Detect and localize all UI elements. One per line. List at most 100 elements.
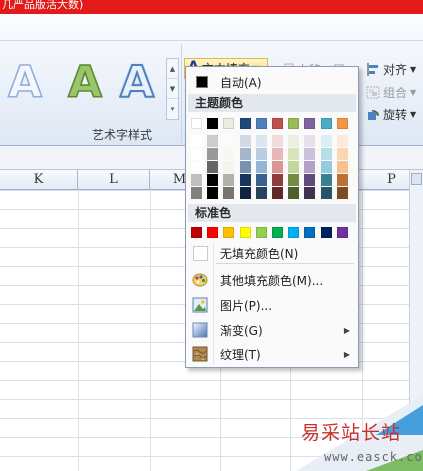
chevron-down-icon: ▼ <box>410 109 417 119</box>
gallery-down-icon[interactable]: ▼ <box>167 79 178 99</box>
standard-color-swatch[interactable] <box>255 227 267 238</box>
theme-color-shade[interactable] <box>288 187 300 199</box>
theme-color-shade[interactable] <box>223 174 235 186</box>
menu-item-picture[interactable]: 图片(P)... <box>188 294 356 316</box>
theme-color-swatch[interactable] <box>191 118 202 129</box>
standard-color-swatch[interactable] <box>320 227 332 238</box>
theme-color-shade[interactable] <box>207 161 219 173</box>
theme-color-shade[interactable] <box>255 174 267 186</box>
standard-color-swatch[interactable] <box>191 227 202 238</box>
theme-color-shade[interactable] <box>223 161 235 173</box>
theme-color-swatch[interactable] <box>272 118 283 129</box>
theme-color-shade[interactable] <box>272 148 283 160</box>
rotate-button[interactable]: 旋转 ▼ <box>366 104 416 124</box>
group-button[interactable]: 组合 ▼ <box>366 82 416 102</box>
theme-color-shade[interactable] <box>288 161 300 173</box>
theme-color-shade[interactable] <box>320 174 332 186</box>
gallery-more-icon[interactable]: ▾ <box>167 99 178 119</box>
menu-item-automatic[interactable]: 自动(A) <box>188 71 356 93</box>
theme-color-shade[interactable] <box>336 135 348 147</box>
theme-color-shade[interactable] <box>255 148 267 160</box>
theme-color-shade[interactable] <box>191 148 202 160</box>
theme-color-shade[interactable] <box>304 187 316 199</box>
theme-color-shade[interactable] <box>207 187 219 199</box>
theme-color-shade[interactable] <box>191 174 202 186</box>
standard-color-swatch[interactable] <box>223 227 235 238</box>
standard-color-swatch[interactable] <box>272 227 283 238</box>
wordart-gallery-scroll[interactable]: ▲ ▼ ▾ <box>166 58 179 120</box>
theme-color-shade[interactable] <box>288 135 300 147</box>
standard-color-swatch[interactable] <box>239 227 251 238</box>
theme-color-shade[interactable] <box>272 174 283 186</box>
theme-color-shade[interactable] <box>272 135 283 147</box>
theme-color-shade[interactable] <box>255 161 267 173</box>
theme-color-shade[interactable] <box>336 161 348 173</box>
theme-color-shade[interactable] <box>239 148 251 160</box>
theme-color-shade[interactable] <box>223 148 235 160</box>
theme-color-shade[interactable] <box>223 187 235 199</box>
theme-color-shade[interactable] <box>304 174 316 186</box>
theme-color-shade[interactable] <box>320 148 332 160</box>
watermark-text: 易采站长站 <box>301 422 402 444</box>
theme-color-shade[interactable] <box>288 148 300 160</box>
theme-color-swatch[interactable] <box>223 118 235 129</box>
theme-color-shade[interactable] <box>288 174 300 186</box>
theme-color-shade[interactable] <box>191 187 202 199</box>
wordart-style-1[interactable]: A <box>7 58 43 108</box>
menu-item-gradient[interactable]: 渐变(G) ▶ <box>188 319 356 341</box>
theme-color-swatch[interactable] <box>255 118 267 129</box>
chevron-down-icon: ▼ <box>410 87 417 97</box>
theme-color-shade[interactable] <box>320 187 332 199</box>
wordart-style-3[interactable]: A <box>119 58 155 108</box>
no-fill-swatch <box>193 245 208 261</box>
standard-color-swatch[interactable] <box>288 227 300 238</box>
standard-color-swatch[interactable] <box>207 227 219 238</box>
standard-color-swatch[interactable] <box>336 227 348 238</box>
scroll-thumb[interactable] <box>411 173 422 185</box>
group-icon <box>366 86 380 99</box>
theme-color-shade[interactable] <box>272 161 283 173</box>
theme-color-shade[interactable] <box>272 187 283 199</box>
menu-item-more-fill-colors[interactable]: 其他填充颜色(M)... <box>188 269 356 291</box>
theme-color-shade[interactable] <box>304 148 316 160</box>
theme-color-shade[interactable] <box>239 161 251 173</box>
align-button[interactable]: 对齐 ▼ <box>366 59 416 79</box>
automatic-color-swatch <box>196 76 208 88</box>
theme-color-shade[interactable] <box>239 174 251 186</box>
theme-color-swatch[interactable] <box>320 118 332 129</box>
theme-color-shade[interactable] <box>207 135 219 147</box>
theme-color-shade[interactable] <box>320 161 332 173</box>
text-fill-dropdown: 自动(A) 主题颜色 标准色 无填充颜色(N) 其他填充颜色(M)... 图片(… <box>185 66 359 368</box>
theme-color-swatch[interactable] <box>288 118 300 129</box>
menu-item-texture[interactable]: 纹理(T) ▶ <box>188 343 356 365</box>
theme-color-shade[interactable] <box>191 135 202 147</box>
theme-color-shade[interactable] <box>255 187 267 199</box>
chevron-down-icon: ▼ <box>410 64 417 74</box>
theme-color-shade[interactable] <box>239 135 251 147</box>
theme-color-swatch[interactable] <box>336 118 348 129</box>
theme-color-swatch[interactable] <box>304 118 316 129</box>
submenu-arrow-icon: ▶ <box>343 325 350 335</box>
theme-color-swatch[interactable] <box>207 118 219 129</box>
column-k-header[interactable]: K <box>0 170 78 190</box>
picture-icon <box>192 297 208 313</box>
theme-color-shade[interactable] <box>207 148 219 160</box>
theme-color-shade[interactable] <box>336 174 348 186</box>
theme-color-shade[interactable] <box>336 148 348 160</box>
gallery-up-icon[interactable]: ▲ <box>167 59 178 79</box>
standard-color-swatch[interactable] <box>304 227 316 238</box>
theme-color-shade[interactable] <box>255 135 267 147</box>
theme-color-shade[interactable] <box>336 187 348 199</box>
theme-color-shade[interactable] <box>304 135 316 147</box>
theme-color-shade[interactable] <box>320 135 332 147</box>
gradient-icon <box>192 322 208 338</box>
theme-color-shade[interactable] <box>207 174 219 186</box>
wordart-style-2[interactable]: A <box>67 58 103 108</box>
theme-color-shade[interactable] <box>223 135 235 147</box>
theme-color-swatch[interactable] <box>239 118 251 129</box>
theme-color-shade[interactable] <box>191 161 202 173</box>
menu-item-no-fill[interactable]: 无填充颜色(N) <box>188 242 356 264</box>
column-l-header[interactable]: L <box>78 170 150 190</box>
theme-color-shade[interactable] <box>304 161 316 173</box>
theme-color-shade[interactable] <box>239 187 251 199</box>
